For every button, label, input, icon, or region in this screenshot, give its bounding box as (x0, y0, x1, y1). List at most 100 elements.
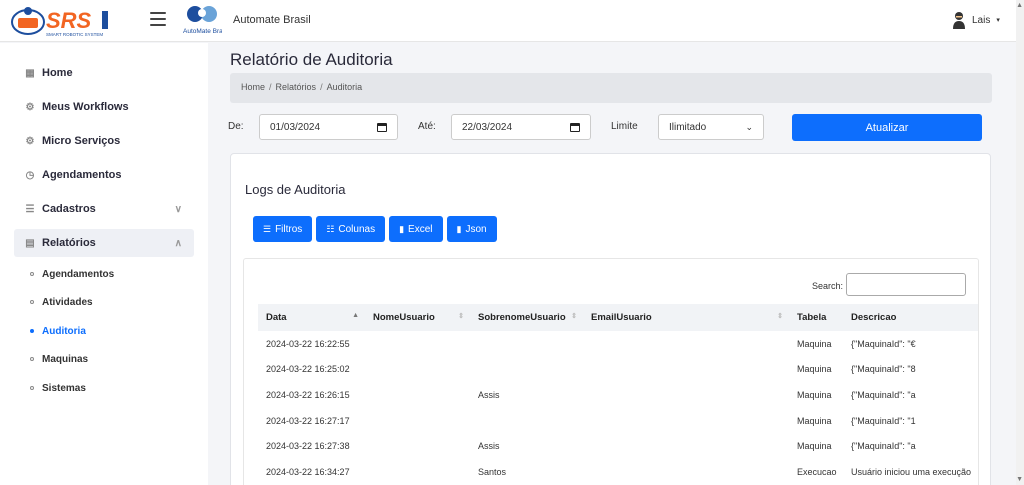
table-cell (365, 459, 470, 485)
hamburger-icon[interactable] (150, 12, 166, 26)
sidebar-subitem-auditoria[interactable]: Auditoria (30, 322, 86, 340)
sidebar-subitem-label: Maquinas (42, 353, 89, 365)
table-cell: Maquina (797, 364, 832, 375)
breadcrumb-home[interactable]: Home (241, 82, 265, 92)
sidebar-item-micro-servicos[interactable]: ⚙ Micro Serviços (14, 127, 194, 155)
from-date-label: De: (228, 121, 244, 132)
bullet-icon (30, 357, 34, 361)
to-date-input[interactable]: 22/03/2024 (451, 114, 591, 140)
bullet-icon (30, 300, 34, 304)
table-cell: {"MaquinaId": "€ (851, 338, 916, 349)
sort-icon: ⇕ (458, 313, 464, 320)
bullet-icon (30, 272, 34, 276)
sidebar-subitem-agendamentos[interactable]: Agendamentos (30, 265, 114, 283)
excel-button-label: Excel (408, 223, 433, 235)
table-cell: 2024-03-22 16:26:15 (266, 389, 350, 400)
bullet-icon (30, 386, 34, 390)
table-cell: Assis (478, 441, 500, 452)
sidebar-item-home[interactable]: ▦ Home (14, 59, 194, 87)
json-button[interactable]: ▮ Json (446, 216, 497, 242)
sidebar-item-label: Cadastros (42, 203, 96, 215)
file-icon: ▮ (456, 223, 462, 234)
user-name: Lais (972, 14, 991, 26)
filter-row: De: 01/03/2024 Até: 22/03/2024 Limite Il… (228, 114, 992, 142)
table-cell: Assis (478, 389, 500, 400)
table-cell: Maquina (797, 415, 832, 426)
sidebar-item-cadastros[interactable]: ☰ Cadastros ∨ (14, 195, 194, 223)
table-cell (583, 331, 789, 357)
audit-table: Data ▲ NomeUsuario ⇕ SobrenomeUsuario ⇕ Ema… (258, 304, 978, 485)
sidebar-subitem-atividades[interactable]: Atividades (30, 293, 93, 311)
table-cell: Santos (478, 466, 507, 477)
scroll-up-icon[interactable]: ▲ (1016, 2, 1023, 9)
table-cell: 2024-03-22 16:22:55 (266, 338, 350, 349)
audit-logs-card: Logs de Auditoria ☰ Filtros ☷ Colunas ▮ … (230, 153, 991, 485)
table-cell: 2024-03-22 16:34:27 (266, 466, 350, 477)
table-row[interactable]: 2024-03-22 16:22:55 Maquina {"MaquinaId": … (258, 331, 978, 357)
table-cell (583, 357, 789, 383)
card-title: Logs de Auditoria (245, 182, 346, 197)
table-cell: {"MaquinaId": "8 (851, 364, 916, 375)
sidebar-item-label: Relatórios (42, 237, 96, 249)
filters-button[interactable]: ☰ Filtros (253, 216, 313, 242)
table-row[interactable]: 2024-03-22 16:34:27 Santos Execucao Usuário… (258, 459, 978, 485)
table-cell (365, 433, 470, 459)
calendar-icon[interactable] (377, 122, 387, 132)
scroll-down-icon[interactable]: ▼ (1016, 476, 1023, 483)
table-toolbar: ☰ Filtros ☷ Colunas ▮ Excel ▮ Json (253, 216, 497, 242)
limit-value: Ilimitado (669, 121, 707, 133)
grid-icon: ▦ (25, 67, 35, 79)
sidebar-item-label: Meus Workflows (42, 101, 129, 113)
automate-brasil-logo: AutoMate Brasil (182, 3, 229, 39)
sidebar-item-agendamentos[interactable]: ◷ Agendamentos (14, 161, 194, 189)
column-header-emailusuario[interactable]: EmailUsuario ⇕ (583, 304, 789, 331)
svg-text:SRS: SRS (46, 8, 92, 33)
table-cell (583, 408, 789, 434)
column-header-nomeusuario[interactable]: NomeUsuario ⇕ (365, 304, 470, 331)
columns-icon: ☷ (326, 223, 335, 234)
column-header-data[interactable]: Data ▲ (258, 304, 365, 331)
srs-logo[interactable]: SRS SMART ROBOTIC SYSTEM (8, 3, 140, 39)
column-header-sobrenomeusuario[interactable]: SobrenomeUsuario ⇕ (470, 304, 583, 331)
breadcrumb-relatorios[interactable]: Relatórios (276, 82, 317, 92)
column-header-descricao[interactable]: Descricao (843, 304, 978, 331)
table-cell: Maquina (797, 338, 832, 349)
sidebar-subitem-maquinas[interactable]: Maquinas (30, 350, 88, 368)
column-header-tabela[interactable]: Tabela (789, 304, 843, 331)
to-date-label: Até: (418, 121, 436, 132)
search-input[interactable] (846, 273, 966, 296)
update-button[interactable]: Atualizar (792, 114, 982, 141)
breadcrumb: Home / Relatórios / Auditoria (230, 73, 992, 103)
table-row[interactable]: 2024-03-22 16:27:17 Maquina {"MaquinaId": … (258, 408, 978, 434)
sidebar-subitem-sistemas[interactable]: Sistemas (30, 379, 86, 397)
sidebar-subitem-label: Auditoria (42, 325, 86, 337)
limit-select[interactable]: Ilimitado ⌄ (658, 114, 764, 140)
clock-icon: ◷ (25, 169, 35, 181)
table-row[interactable]: 2024-03-22 16:27:38 Assis Maquina {"Maquina… (258, 433, 978, 459)
page-scrollbar[interactable]: ▲ ▼ (1016, 0, 1024, 485)
user-menu[interactable]: Lais ▾ (952, 9, 1000, 31)
table-cell: 2024-03-22 16:25:02 (266, 364, 350, 375)
sidebar-item-relatorios[interactable]: ▤ Relatórios ∧ (14, 229, 194, 257)
columns-button[interactable]: ☷ Colunas (316, 216, 386, 242)
sidebar-item-meus-workflows[interactable]: ⚙ Meus Workflows (14, 93, 194, 121)
list-icon: ☰ (25, 203, 35, 215)
json-button-label: Json (465, 223, 487, 235)
sidebar: ▦ Home ⚙ Meus Workflows ⚙ Micro Serviços… (0, 43, 208, 485)
bullet-icon (30, 329, 34, 333)
excel-button[interactable]: ▮ Excel (389, 216, 443, 242)
table-cell: Maquina (797, 441, 832, 452)
calendar-icon[interactable] (570, 122, 580, 132)
sidebar-subitem-label: Agendamentos (42, 268, 115, 280)
caret-down-icon: ▾ (996, 17, 1000, 24)
table-cell: Maquina (797, 389, 832, 400)
sidebar-item-label: Micro Serviços (42, 135, 121, 147)
table-cell: {"MaquinaId": "a (851, 389, 916, 400)
table-row[interactable]: 2024-03-22 16:26:15 Assis Maquina {"Maquina… (258, 382, 978, 408)
from-date-input[interactable]: 01/03/2024 (259, 114, 398, 140)
sort-icon: ⇕ (777, 313, 783, 320)
table-row[interactable]: 2024-03-22 16:25:02 Maquina {"MaquinaId": … (258, 357, 978, 383)
top-header: SRS SMART ROBOTIC SYSTEM AutoMate Brasil… (0, 0, 1016, 42)
filter-lines-icon: ☰ (263, 223, 272, 234)
sidebar-item-label: Home (42, 67, 73, 79)
